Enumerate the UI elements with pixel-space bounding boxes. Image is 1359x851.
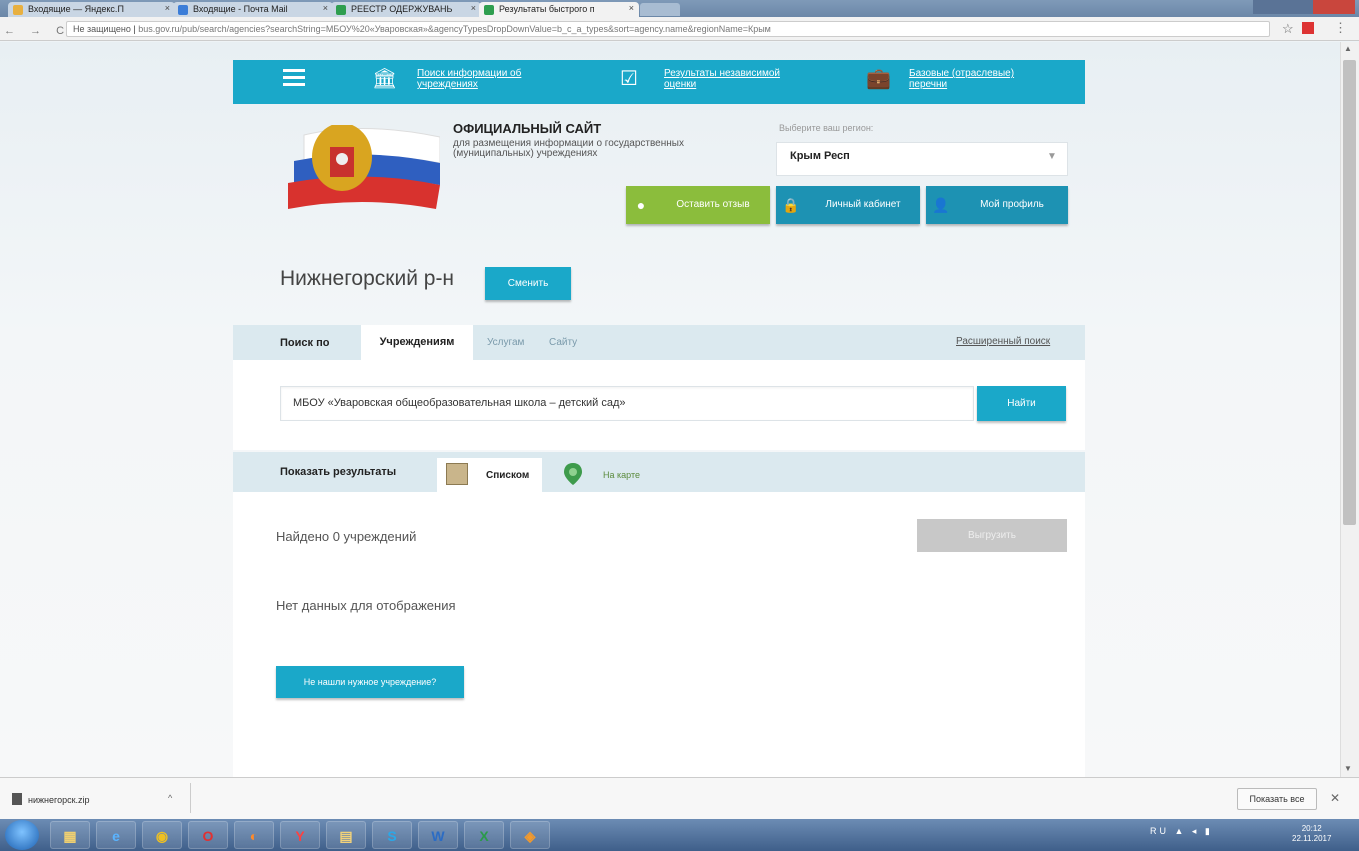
browser-tab[interactable]: Входящие — Яндекс.П × (8, 2, 175, 17)
list-view-label: Списком (486, 470, 530, 481)
excel-icon[interactable]: X (464, 821, 504, 849)
tab-services[interactable]: Услугам (487, 337, 524, 348)
site-subtitle: для размещения информации о государствен… (453, 138, 684, 159)
yandex-icon[interactable]: Y (280, 821, 320, 849)
close-tab-icon[interactable]: × (471, 3, 476, 13)
advanced-search-link[interactable]: Расширенный поиск (956, 336, 1050, 347)
url-text: bus.gov.ru/pub/search/agencies?searchStr… (138, 24, 771, 34)
close-tab-icon[interactable]: × (165, 3, 170, 13)
start-button[interactable] (5, 820, 39, 850)
personal-cabinet-button[interactable]: 🔒 Личный кабинет (776, 186, 920, 224)
browser-tab-active[interactable]: Результаты быстрого п × (479, 2, 639, 17)
tab-map-view[interactable]: На карте (603, 470, 640, 480)
window-close-button[interactable] (1313, 0, 1355, 14)
tab-site[interactable]: Сайту (549, 337, 577, 348)
system-tray[interactable]: RU ▲ ◂ ▮ (1150, 826, 1213, 837)
search-input-value: МБОУ «Уваровская общеобразовательная шко… (293, 397, 626, 409)
hamburger-menu-icon[interactable] (283, 69, 305, 87)
lock-icon: 🔒 (782, 197, 800, 213)
user-icon: 👤 (932, 197, 950, 213)
site-title: ОФИЦИАЛЬНЫЙ САЙТ (453, 121, 602, 136)
bookmark-star-icon[interactable]: ☆ (1282, 21, 1294, 37)
not-found-institution-button[interactable]: Не нашли нужное учреждение? (276, 666, 464, 698)
tab-institutions[interactable]: Учреждениям (361, 325, 473, 360)
browser-tab[interactable]: Входящие - Почта Mail × (173, 2, 333, 17)
opera-icon[interactable]: O (188, 821, 228, 849)
download-bar (0, 777, 1359, 819)
map-pin-icon[interactable] (563, 462, 583, 486)
results-count: Найдено 0 учреждений (276, 529, 417, 544)
show-results-label: Показать результаты (280, 466, 397, 478)
download-filename[interactable]: нижнегорск.zip (28, 795, 90, 805)
file-icon (12, 793, 22, 805)
close-tab-icon[interactable]: × (323, 3, 328, 13)
leave-feedback-button[interactable]: ● Оставить отзыв (626, 186, 770, 224)
region-select-value: Крым Респ (790, 150, 850, 162)
region-label: Выберите ваш регион: (779, 123, 874, 133)
list-view-icon (446, 463, 468, 485)
word-icon[interactable]: W (418, 821, 458, 849)
chevron-down-icon[interactable]: ▼ (1047, 151, 1057, 162)
search-by-label: Поиск по (280, 337, 330, 349)
scroll-up-icon[interactable]: ▲ (1344, 44, 1352, 53)
extension-icon[interactable] (1302, 22, 1314, 34)
mail-favicon-icon (178, 5, 188, 15)
building-icon: 🏛 (372, 68, 398, 90)
find-button[interactable]: Найти (977, 386, 1066, 421)
new-tab-button[interactable] (640, 3, 680, 16)
speech-bubble-icon: ● (636, 197, 646, 213)
chrome-icon[interactable]: ◉ (142, 821, 182, 849)
nav-item-base-lists[interactable]: Базовые (отраслевые) перечни (909, 68, 1044, 90)
show-all-downloads-button[interactable]: Показать все (1237, 788, 1317, 810)
export-button[interactable]: Выгрузить (917, 519, 1067, 552)
nav-item-independent-evaluation[interactable]: Результаты независимой оценки (664, 68, 789, 90)
registry-favicon-icon (336, 5, 346, 15)
russian-coat-of-arms-flag-logo (288, 125, 440, 209)
security-label: Не защищено (73, 24, 131, 34)
close-icon[interactable]: ✕ (1330, 791, 1340, 805)
explorer-icon[interactable]: ▦ (50, 821, 90, 849)
yandex-mail-favicon-icon (13, 5, 23, 15)
location-name: Нижнегорский р-н (280, 267, 455, 290)
browser-menu-icon[interactable]: ⋮ (1334, 20, 1347, 36)
download-divider (190, 783, 191, 813)
taskbar-clock[interactable]: 20:12 22.11.2017 (1292, 824, 1331, 844)
bus-gov-favicon-icon (484, 5, 494, 15)
folder-icon[interactable]: ▤ (326, 821, 366, 849)
scrollbar-thumb[interactable] (1343, 60, 1356, 525)
nav-item-institutions[interactable]: Поиск информации об учреждениях (417, 68, 537, 90)
checklist-icon: ☑ (620, 68, 638, 90)
paint-icon[interactable]: ◈ (510, 821, 550, 849)
change-location-button[interactable]: Сменить (485, 267, 571, 300)
chevron-up-icon[interactable]: ^ (168, 793, 172, 803)
no-data-message: Нет данных для отображения (276, 598, 456, 613)
scroll-down-icon[interactable]: ▼ (1344, 764, 1352, 773)
skype-icon[interactable]: S (372, 821, 412, 849)
browser-tab[interactable]: РЕЕСТР ОДЕРЖУВАНЬ × (331, 2, 481, 17)
my-profile-button[interactable]: 👤 Мой профиль (926, 186, 1068, 224)
firefox-icon[interactable]: ◐ (234, 821, 274, 849)
close-tab-icon[interactable]: × (629, 3, 634, 13)
ie-icon[interactable]: e (96, 821, 136, 849)
briefcase-icon: 💼 (866, 68, 891, 90)
url-input[interactable]: Не защищено | bus.gov.ru/pub/search/agen… (66, 21, 1270, 37)
